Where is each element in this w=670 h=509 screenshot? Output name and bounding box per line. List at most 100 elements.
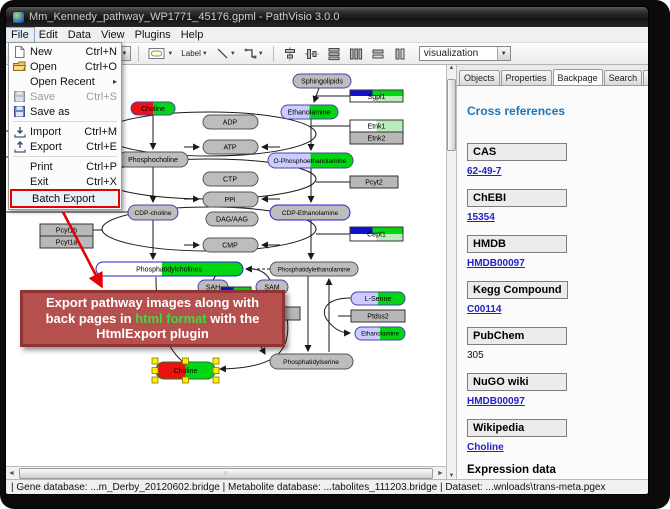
gene-pcyt2[interactable]: Pcyt2 xyxy=(350,176,398,188)
chevron-down-icon: ▼ xyxy=(258,51,264,57)
chevron-down-icon: ▼ xyxy=(167,51,173,57)
common-height-button[interactable] xyxy=(391,45,409,63)
menu-item-new[interactable]: New Ctrl+N xyxy=(10,44,120,59)
chevron-down-icon: ▼ xyxy=(230,51,236,57)
gene-sgpl1[interactable]: Sgpl1 xyxy=(350,90,403,102)
vertical-scrollbar[interactable]: ▲ ▼ xyxy=(446,65,457,479)
xref-link[interactable]: C00114 xyxy=(467,304,648,315)
gene-etnk2[interactable]: Etnk2 xyxy=(350,132,403,144)
menu-file[interactable]: File xyxy=(6,28,34,42)
toolbar-separator xyxy=(138,46,139,62)
cross-references-heading: Cross references xyxy=(467,104,648,118)
svg-text:DAG/AAG: DAG/AAG xyxy=(216,217,248,224)
node-choline[interactable]: Choline xyxy=(131,102,175,115)
node-phosphatidylethanolamine[interactable]: Phosphatidylethanolamine xyxy=(270,262,358,276)
menu-item-print[interactable]: Print Ctrl+P xyxy=(10,159,120,174)
connector-tool-button[interactable]: ▼ xyxy=(242,45,266,63)
xref-section-kegg: Kegg Compound C00114 xyxy=(467,280,648,315)
horizontal-scrollbar-thumb[interactable]: ∷ xyxy=(19,468,433,479)
node-o-phosphoethanolamine[interactable]: O-Phosphoethanolamine xyxy=(268,153,353,168)
svg-text:Pcyt2: Pcyt2 xyxy=(365,180,383,187)
gene-ptdss2[interactable]: Ptdss2 xyxy=(351,310,405,322)
node-atp[interactable]: ATP xyxy=(203,140,258,154)
tab-legend[interactable]: Legend xyxy=(643,70,648,85)
tab-search[interactable]: Search xyxy=(604,70,643,85)
visualization-dropdown-icon[interactable]: ▼ xyxy=(497,47,510,60)
node-phosphocholine[interactable]: Phosphocholine xyxy=(118,152,188,167)
horizontal-scrollbar[interactable]: ◄ ∷ ► xyxy=(6,466,446,479)
menu-item-exit[interactable]: Exit Ctrl+X xyxy=(10,174,120,189)
menu-item-batch-export[interactable]: Batch Export xyxy=(10,189,120,208)
line-tool-button[interactable]: ▼ xyxy=(214,45,238,63)
label-tool-button[interactable]: Label ▼ xyxy=(179,45,210,63)
node-sphingolipids[interactable]: Sphingolipids xyxy=(293,74,351,88)
node-l-serine[interactable]: L-Serine xyxy=(351,292,405,305)
menu-bar: File Edit Data View Plugins Help xyxy=(6,27,648,43)
node-dag-aag[interactable]: DAG/AAG xyxy=(206,212,258,226)
tab-properties[interactable]: Properties xyxy=(501,70,552,85)
menu-help[interactable]: Help xyxy=(176,28,209,42)
svg-text:Cept1: Cept1 xyxy=(367,232,386,239)
node-cdp-choline[interactable]: CDP-choline xyxy=(128,205,178,220)
node-phosphatidylcholines[interactable]: Phosphatidylcholines xyxy=(96,262,243,276)
svg-text:Ethanolamine: Ethanolamine xyxy=(288,110,331,117)
side-panel-tabs: Objects Properties Backpage Search Legen… xyxy=(457,65,648,86)
distribute-vertical-button[interactable] xyxy=(325,45,343,63)
gene-pcyt1a[interactable]: Pcyt1a xyxy=(40,236,93,248)
menu-item-open[interactable]: Open Ctrl+O xyxy=(10,59,120,74)
xref-section-nugo: NuGO wiki HMDB00097 xyxy=(467,372,648,407)
file-menu-dropdown: New Ctrl+N Open Ctrl+O Open Recent ▸ Sav… xyxy=(8,42,122,210)
svg-text:CTP: CTP xyxy=(223,177,237,184)
menu-item-save-as[interactable]: Save as xyxy=(10,104,120,119)
node-ethanolamine-top[interactable]: Ethanolamine xyxy=(281,105,338,119)
menu-data[interactable]: Data xyxy=(63,28,96,42)
common-width-button[interactable] xyxy=(369,45,387,63)
node-ctp[interactable]: CTP xyxy=(203,172,258,186)
tab-backpage[interactable]: Backpage xyxy=(553,69,603,85)
xref-link[interactable]: HMDB00097 xyxy=(467,396,648,407)
svg-text:Phosphocholine: Phosphocholine xyxy=(128,157,178,164)
align-center-y-button[interactable] xyxy=(303,45,321,63)
menu-item-save[interactable]: Save Ctrl+S xyxy=(10,89,120,104)
xref-link[interactable]: Choline xyxy=(467,442,648,453)
gene-etnk1[interactable]: Etnk1 xyxy=(350,120,403,132)
status-bar: | Gene database: ...m_Derby_20120602.bri… xyxy=(6,479,648,494)
node-cmp[interactable]: CMP xyxy=(203,238,258,252)
callout-text: Export pathway images along with back pa… xyxy=(31,295,274,343)
menu-edit[interactable]: Edit xyxy=(34,28,63,42)
menu-item-export[interactable]: Export Ctrl+E xyxy=(10,139,120,154)
align-center-x-button[interactable] xyxy=(281,45,299,63)
xref-title: Kegg Compound xyxy=(467,281,568,299)
distribute-horizontal-button[interactable] xyxy=(347,45,365,63)
visualization-combobox[interactable]: visualization ▼ xyxy=(419,46,511,61)
title-bar[interactable]: Mm_Kennedy_pathway_WP1771_45176.gpml - P… xyxy=(6,7,648,27)
node-phosphatidylserine[interactable]: Phosphatidylserine xyxy=(270,354,353,369)
xref-link[interactable]: HMDB00097 xyxy=(467,258,648,269)
scroll-left-icon[interactable]: ◄ xyxy=(6,470,17,477)
xref-link[interactable]: 62-49-7 xyxy=(467,166,648,177)
node-adp[interactable]: ADP xyxy=(203,115,258,129)
svg-text:CDP-Ethanolamine: CDP-Ethanolamine xyxy=(282,210,339,217)
menu-item-label: Save xyxy=(30,91,55,103)
menu-view[interactable]: View xyxy=(96,28,130,42)
node-cdp-ethanolamine[interactable]: CDP-Ethanolamine xyxy=(270,205,350,220)
xref-link[interactable]: 15354 xyxy=(467,212,648,223)
scroll-up-icon[interactable]: ▲ xyxy=(449,65,455,71)
menu-item-import[interactable]: Import Ctrl+M xyxy=(10,124,120,139)
export-icon xyxy=(13,140,26,153)
svg-text:Sphingolipids: Sphingolipids xyxy=(301,79,343,86)
node-choline-selected[interactable]: Choline xyxy=(152,358,219,383)
datanode-tool-button[interactable]: ▼ xyxy=(146,45,175,63)
xref-title: NuGO wiki xyxy=(467,373,567,391)
node-ppi[interactable]: PPi xyxy=(203,192,258,207)
gene-pcyt1b[interactable]: Pcyt1b xyxy=(40,224,93,236)
svg-text:CDP-choline: CDP-choline xyxy=(134,210,171,217)
node-ethanolamine-bottom[interactable]: Ethanolamine xyxy=(355,327,405,340)
save-as-icon xyxy=(13,105,26,118)
tab-objects[interactable]: Objects xyxy=(459,70,500,85)
menu-plugins[interactable]: Plugins xyxy=(130,28,176,42)
vertical-scrollbar-thumb[interactable] xyxy=(447,79,456,151)
scroll-right-icon[interactable]: ► xyxy=(435,470,446,477)
menu-item-open-recent[interactable]: Open Recent ▸ xyxy=(10,74,120,89)
gene-cept1[interactable]: Cept1 xyxy=(350,227,403,241)
